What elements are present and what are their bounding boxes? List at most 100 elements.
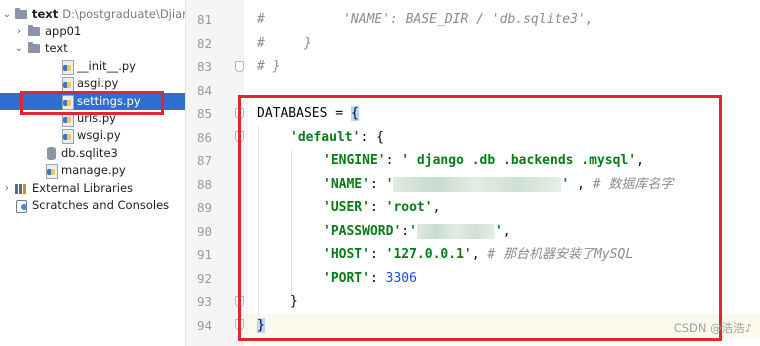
python-file-icon (60, 77, 74, 92)
code-editor[interactable]: # 'NAME': BASE_DIR / 'db.sqlite3', # } #… (244, 0, 760, 346)
scratches-icon (14, 199, 28, 213)
tree-item-label: External Libraries (32, 181, 134, 195)
code-line-94: } (257, 314, 265, 338)
punctuation: : (401, 223, 410, 239)
tree-item-label: db.sqlite3 (61, 146, 118, 160)
tree-item-wsgi-py[interactable]: wsgi.py (0, 127, 185, 144)
tree-item-label: manage.py (61, 163, 126, 177)
tree-item-label: Scratches and Consoles (32, 198, 170, 212)
string-key: 'default' (290, 129, 361, 145)
tree-item-label: settings.py (77, 94, 141, 108)
code-line-91: 'HOST': '127.0.0.1', # 那台机器安装了MySQL (323, 243, 633, 267)
python-file-icon (60, 129, 74, 144)
punctuation: , (569, 176, 593, 192)
fold-marker-icon[interactable] (235, 296, 244, 307)
redacted-value (393, 176, 562, 192)
code-line-85: DATABASES = { (257, 102, 359, 126)
chevron-down-icon[interactable]: ⌄ (14, 40, 24, 57)
tree-item-label: app01 (45, 24, 82, 38)
tree-item-label: __init__.py (77, 59, 136, 73)
project-tree: ⌄ text D:\postgraduate\Djian › app01 ⌄ te… (0, 0, 186, 346)
string-key: 'HOST' (323, 247, 370, 262)
punctuation: , (502, 223, 511, 239)
line-number: 90 (196, 223, 212, 239)
tree-item-settings-py[interactable]: settings.py (0, 93, 185, 110)
line-number: 84 (196, 82, 212, 98)
tree-item-scratches[interactable]: Scratches and Consoles (0, 197, 185, 214)
line-number: 92 (196, 270, 212, 286)
indent-guide (291, 150, 292, 295)
string-quote: ' (409, 223, 417, 239)
tree-item-app01[interactable]: › app01 (0, 23, 185, 40)
tree-root-text[interactable]: ⌄ text D:\postgraduate\Djian (0, 6, 185, 23)
punctuation: : (369, 247, 386, 262)
string-quote: ' (385, 176, 394, 192)
watermark: CSDN @浩浩♪ (673, 321, 752, 335)
code-line-93: } (290, 290, 298, 314)
folder-icon (14, 8, 28, 21)
string-key: 'USER' (323, 200, 370, 215)
punctuation: : (369, 176, 386, 192)
fold-marker-icon[interactable] (235, 131, 244, 142)
punctuation: : (385, 153, 402, 168)
punctuation: , (636, 153, 644, 168)
code-line-90: 'PASSWORD':' ', (323, 220, 511, 244)
fold-marker-icon[interactable] (235, 108, 244, 119)
number-value: 3306 (385, 270, 417, 286)
string-quote: ' (494, 223, 503, 239)
tree-item-manage-py[interactable]: manage.py (0, 162, 185, 179)
string-key: 'PORT' (323, 270, 370, 286)
tree-item-label: asgi.py (77, 76, 119, 90)
string-key: 'NAME' (323, 176, 370, 192)
python-file-icon (60, 60, 74, 75)
tree-item-label: text (45, 41, 68, 55)
indent-guide (258, 126, 259, 316)
comment: # 数据库名字 (592, 176, 674, 192)
fold-marker-icon[interactable] (235, 319, 244, 330)
chevron-right-icon[interactable]: › (14, 23, 24, 40)
line-number: 88 (196, 176, 212, 192)
string-key: 'ENGINE' (323, 153, 386, 168)
code-line-86: 'default': { (290, 126, 384, 150)
comment: # 那台机器安装了MySQL (487, 247, 634, 262)
tree-item-label: wsgi.py (77, 128, 121, 142)
python-file-icon (44, 164, 58, 179)
punctuation: , (471, 247, 488, 262)
tree-item-external-libraries[interactable]: › External Libraries (0, 180, 185, 197)
comment: # } (257, 59, 281, 74)
line-number: 85 (196, 106, 212, 121)
code-line-92: 'PORT': 3306 (323, 267, 417, 291)
line-number: 87 (196, 153, 212, 168)
tree-root-name: text (32, 7, 59, 21)
python-file-icon (60, 95, 74, 110)
string-key: 'PASSWORD' (323, 223, 402, 239)
tree-item-text[interactable]: ⌄ text (0, 40, 185, 57)
comment: # 'NAME': BASE_DIR / 'db.sqlite3', (257, 12, 594, 27)
code-line-81: # 'NAME': BASE_DIR / 'db.sqlite3', (257, 8, 594, 32)
code-line-88: 'NAME': ' ' , # 数据库名字 (323, 173, 673, 197)
python-file-icon (60, 112, 74, 127)
chevron-down-icon[interactable]: ⌄ (2, 6, 12, 23)
code-line-89: 'USER': 'root', (323, 196, 440, 220)
code-line-83: # } (257, 55, 280, 79)
redacted-value (416, 223, 495, 239)
brace: } (257, 317, 265, 333)
punctuation: : { (360, 129, 384, 145)
string-value: 'root' (385, 200, 433, 215)
tree-item-urls-py[interactable]: urls.py (0, 110, 185, 127)
punctuation: : (369, 270, 386, 286)
tree-item-label: urls.py (77, 111, 116, 125)
fold-marker-icon[interactable] (235, 61, 244, 72)
punctuation: : (369, 200, 386, 215)
tree-item-db-sqlite3[interactable]: db.sqlite3 (0, 145, 185, 162)
line-number-gutter: 81 82 83 84 85 86 87 88 89 90 91 92 93 9… (186, 0, 244, 346)
brace: } (290, 294, 298, 309)
tree-item-init-py[interactable]: __init__.py (0, 58, 185, 75)
line-number: 93 (196, 294, 212, 309)
chevron-right-icon[interactable]: › (2, 180, 12, 197)
line-number: 89 (196, 200, 212, 215)
brace: { (350, 106, 359, 121)
tree-item-asgi-py[interactable]: asgi.py (0, 75, 185, 92)
folder-icon (27, 42, 41, 55)
folder-icon (27, 25, 41, 38)
